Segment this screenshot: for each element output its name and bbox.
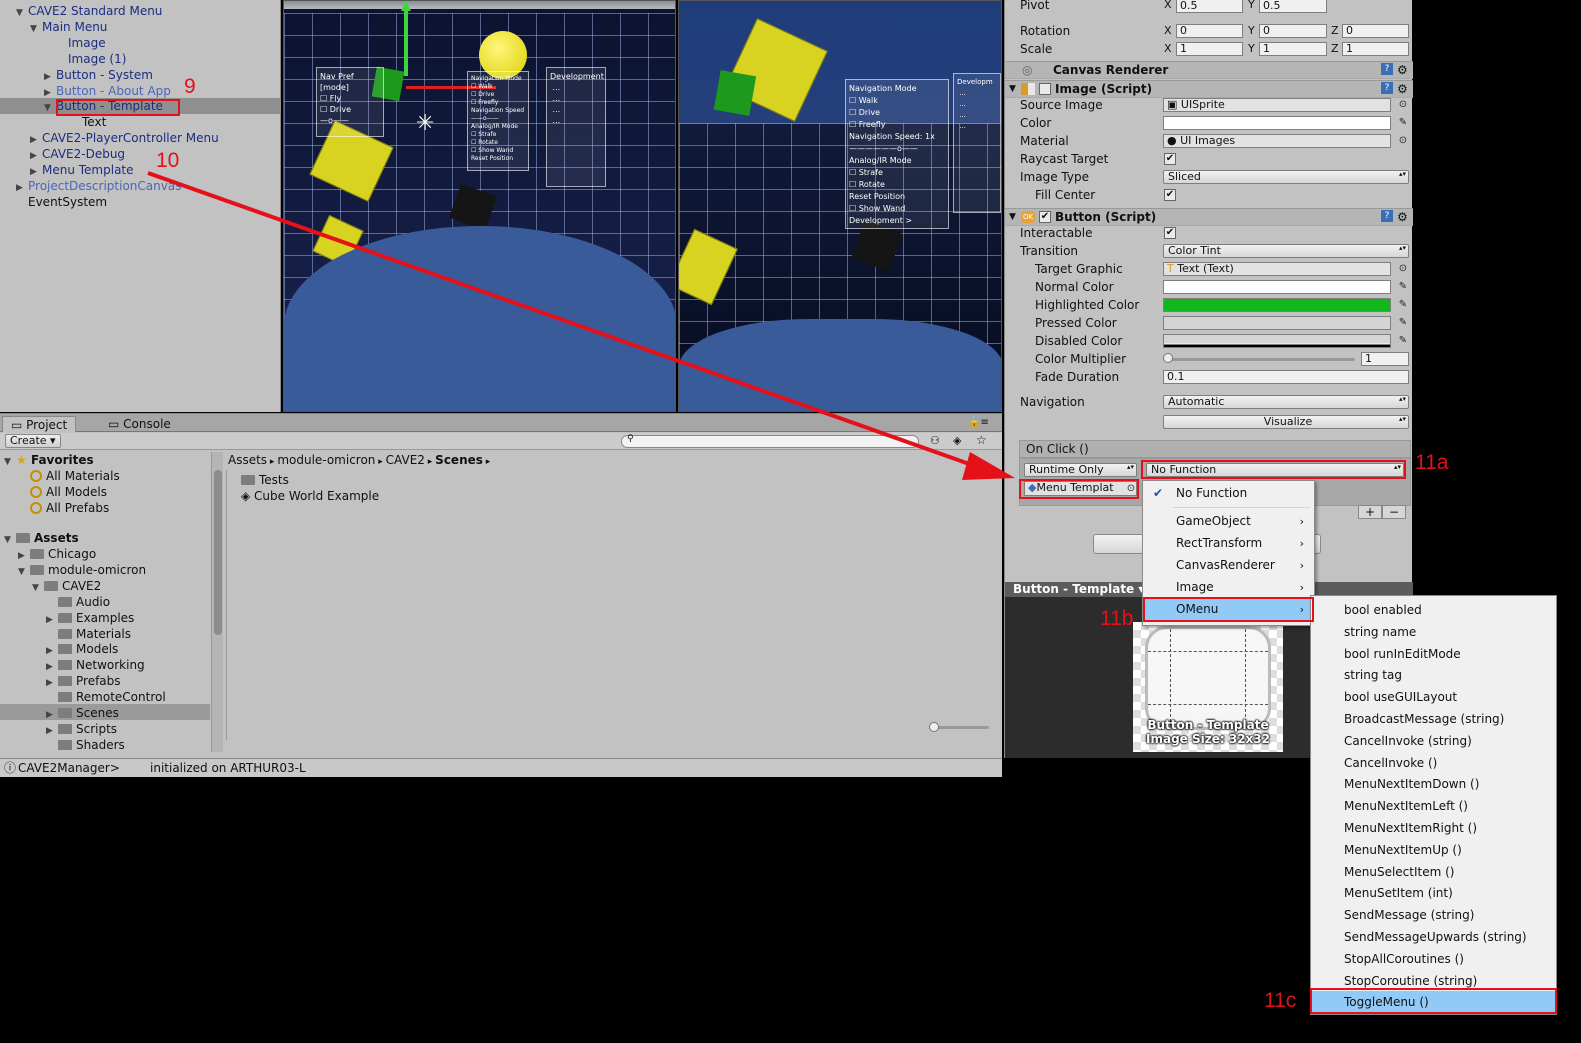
annotation-arrow bbox=[147, 171, 1015, 480]
